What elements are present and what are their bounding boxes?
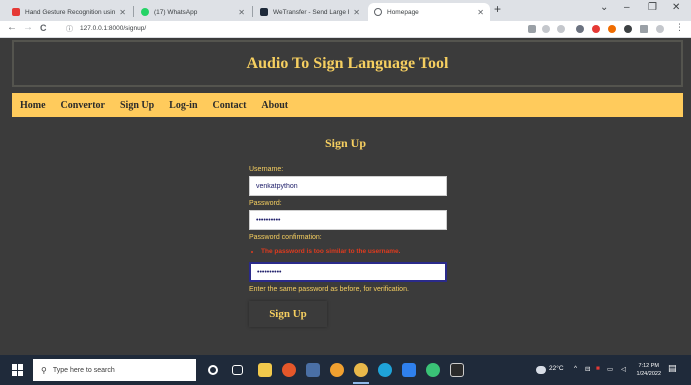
clock-date: 1/24/2022 (636, 371, 661, 377)
web-page: Audio To Sign Language Tool Home Convert… (0, 38, 691, 355)
tab-title: WeTransfer - Send Large Files & (273, 8, 349, 16)
password-confirmation-field[interactable] (249, 262, 447, 282)
new-tab-button[interactable]: + (494, 2, 501, 16)
close-icon[interactable]: ✕ (477, 8, 484, 17)
wetransfer-icon (260, 8, 268, 16)
password-field[interactable] (249, 210, 447, 230)
search-icon: ⚲ (41, 365, 47, 375)
nav-contact[interactable]: Contact (213, 100, 247, 111)
error-list: The password is too similar to the usern… (249, 248, 449, 255)
address-bar[interactable]: 127.0.0.1:8000/signup/ (80, 25, 146, 32)
app-icon[interactable] (426, 363, 440, 377)
tab-homepage[interactable]: Homepage ✕ (368, 3, 490, 21)
weather-icon[interactable] (536, 366, 546, 374)
windows-start-icon[interactable] (12, 364, 24, 376)
minimize-button[interactable]: – (624, 2, 630, 13)
site-title: Audio To Sign Language Tool (246, 54, 449, 72)
tab-search-icon[interactable]: ⌄ (600, 2, 608, 13)
page-title: Sign Up (324, 136, 367, 150)
maximize-button[interactable]: ❐ (648, 2, 657, 13)
terminal-icon[interactable] (450, 363, 464, 377)
forward-button[interactable]: → (23, 22, 33, 33)
chevron-up-icon[interactable]: ^ (574, 365, 577, 372)
volume-icon[interactable]: ◁ (621, 365, 626, 373)
back-button[interactable]: ← (7, 22, 17, 33)
antivirus-icon[interactable]: ■ (596, 365, 600, 372)
youtube-icon (12, 8, 20, 16)
extension-icon[interactable] (608, 25, 616, 33)
nav-sign-up[interactable]: Sign Up (120, 100, 154, 111)
file-explorer-icon[interactable] (258, 363, 272, 377)
edge-icon[interactable] (378, 363, 392, 377)
clock-time: 7:12 PM (638, 363, 659, 369)
firefox-icon[interactable] (282, 363, 296, 377)
reading-list-icon[interactable] (640, 25, 648, 33)
bookmark-star-icon[interactable] (557, 25, 565, 33)
tab-hand-gesture[interactable]: Hand Gesture Recognition using ✕ (6, 3, 132, 21)
vscode-icon[interactable] (402, 363, 416, 377)
browser-toolbar: ← → C ⓘ 127.0.0.1:8000/signup/ ⋮ (0, 21, 691, 38)
info-icon[interactable]: ⓘ (66, 24, 73, 34)
signup-form: Username: Password: Password confirmatio… (249, 166, 449, 327)
taskbar: ⚲ Type here to search 22°C ^ ⊟ ■ ▭ ◁ 7:1… (0, 355, 691, 385)
tab-title: Hand Gesture Recognition using (25, 8, 116, 16)
browser-tab-strip: Hand Gesture Recognition using ✕ (17) Wh… (0, 0, 691, 21)
site-header: Audio To Sign Language Tool (12, 40, 683, 87)
key-icon[interactable] (528, 25, 536, 33)
search-app-icon[interactable] (330, 363, 344, 377)
search-placeholder: Type here to search (52, 366, 115, 374)
nav-home[interactable]: Home (20, 100, 46, 111)
tab-wetransfer[interactable]: WeTransfer - Send Large Files & ✕ (254, 3, 366, 21)
close-icon[interactable]: ✕ (238, 8, 245, 17)
task-view-icon[interactable] (232, 365, 243, 375)
close-icon[interactable]: ✕ (353, 8, 360, 17)
password-confirmation-label: Password confirmation: (249, 234, 322, 241)
profile-icon[interactable] (656, 25, 664, 33)
sign-up-button[interactable]: Sign Up (249, 301, 327, 327)
extension-icon[interactable] (576, 25, 584, 33)
username-label: Username: (249, 166, 284, 173)
weather-temperature[interactable]: 22°C (549, 365, 564, 372)
taskbar-search-input[interactable]: ⚲ Type here to search (33, 359, 196, 381)
tab-title: (17) WhatsApp (154, 8, 198, 16)
globe-icon (374, 8, 382, 16)
cortana-icon[interactable] (208, 365, 218, 375)
window-close-button[interactable]: ✕ (672, 2, 680, 13)
menu-icon[interactable]: ⋮ (675, 22, 684, 33)
whatsapp-icon (141, 8, 149, 16)
nav-about[interactable]: About (261, 100, 288, 111)
nav-convertor[interactable]: Convertor (61, 100, 105, 111)
help-text: Enter the same password as before, for v… (249, 286, 409, 293)
password-label: Password: (249, 200, 282, 207)
calendar-icon[interactable] (306, 363, 320, 377)
chrome-icon[interactable] (354, 363, 368, 377)
system-clock[interactable]: 7:12 PM 1/24/2022 (637, 362, 661, 378)
battery-icon[interactable]: ▭ (607, 365, 613, 373)
site-navbar: Home Convertor Sign Up Log-in Contact Ab… (12, 93, 683, 117)
close-icon[interactable]: ✕ (119, 8, 126, 17)
share-icon[interactable] (542, 25, 550, 33)
nav-log-in[interactable]: Log-in (169, 100, 197, 111)
network-icon[interactable]: ⊟ (585, 365, 590, 373)
puzzle-icon[interactable] (624, 25, 632, 33)
error-message: The password is too similar to the usern… (261, 248, 449, 255)
tab-whatsapp[interactable]: (17) WhatsApp ✕ (135, 3, 251, 21)
notifications-icon[interactable]: ▤ (668, 363, 677, 374)
reload-button[interactable]: C (40, 23, 47, 33)
username-field[interactable] (249, 176, 447, 196)
adblock-icon[interactable] (592, 25, 600, 33)
tab-title: Homepage (387, 8, 419, 16)
